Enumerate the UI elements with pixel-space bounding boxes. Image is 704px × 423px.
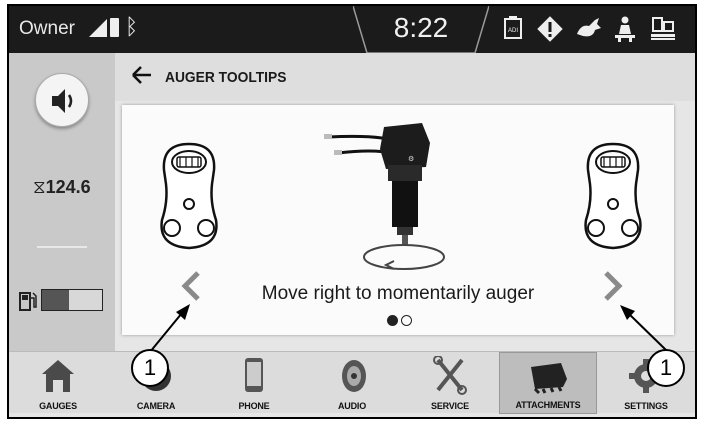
- page-header: AUGER TOOLTIPS: [115, 53, 695, 101]
- left-panel: ⧖124.6: [9, 53, 115, 355]
- fuel-level-fill: [42, 290, 69, 310]
- maintenance-icon: ADI: [503, 16, 523, 46]
- signal-icon: [89, 19, 107, 37]
- nav-label: ATTACHMENTS: [515, 400, 581, 410]
- nav-item-attachments[interactable]: ATTACHMENTS: [499, 352, 597, 414]
- divider: [37, 246, 87, 248]
- profile-label[interactable]: Owner: [19, 18, 75, 40]
- seat-icon: [613, 16, 637, 48]
- page-dot[interactable]: [387, 315, 398, 326]
- clock-tab: 8:22: [353, 6, 489, 53]
- nav-item-service[interactable]: SERVICE: [401, 352, 499, 414]
- volume-button[interactable]: [35, 73, 89, 127]
- fuel-gauge: [41, 289, 103, 311]
- speaker-icon: [342, 360, 366, 392]
- nav-label: CAMERA: [136, 401, 176, 411]
- phone-icon: [245, 358, 263, 392]
- left-joystick-icon: [160, 142, 218, 250]
- nav-label: PHONE: [238, 401, 270, 411]
- callout-1-right: 1: [647, 349, 685, 387]
- tools-icon: [433, 356, 467, 395]
- bluetooth-icon: ᛒ: [125, 14, 139, 39]
- auger-illustration: ⚙: [324, 123, 445, 270]
- nav-label: SETTINGS: [624, 401, 668, 411]
- speaker-icon: [52, 89, 73, 113]
- status-bar: Owner ᛒ 8:22 ADI: [9, 6, 695, 53]
- warning-icon: [537, 16, 563, 48]
- page-indicator: [387, 313, 415, 331]
- rabbit-speed-icon: [575, 16, 603, 46]
- fuel-pump-icon: [19, 292, 37, 311]
- nav-item-gauges[interactable]: GAUGES: [9, 352, 107, 414]
- clock: 8:22: [393, 12, 449, 43]
- tooltip-caption: Move right to momentarily auger: [261, 283, 535, 304]
- svg-text:ADI: ADI: [508, 28, 518, 34]
- right-joystick-icon: [584, 142, 642, 250]
- page-title: AUGER TOOLTIPS: [165, 69, 287, 86]
- hour-meter-value: 124.6: [45, 177, 91, 197]
- bottom-nav: GAUGES CAMERA PHONE AUDIO SERVICE ATTACHMENTS…: [9, 351, 695, 414]
- home-icon: [42, 360, 74, 392]
- svg-text:⚙: ⚙: [408, 155, 414, 163]
- page-dot[interactable]: [401, 315, 412, 326]
- nav-item-phone[interactable]: PHONE: [205, 352, 303, 414]
- back-arrow-icon[interactable]: [129, 63, 153, 87]
- nav-item-audio[interactable]: AUDIO: [303, 352, 401, 414]
- battery-icon: [110, 18, 119, 37]
- bucket-icon: [531, 363, 567, 395]
- callout-1-left: 1: [131, 349, 169, 387]
- nav-label: GAUGES: [39, 401, 77, 411]
- tooltip-card: ⚙ Move right to momentarily auger: [122, 105, 674, 335]
- nav-label: SERVICE: [431, 401, 469, 411]
- hour-meter: ⧖124.6: [33, 177, 91, 198]
- nav-label: AUDIO: [338, 401, 366, 411]
- hourglass-icon: ⧖: [33, 177, 46, 197]
- attachment-control-icon: [649, 16, 677, 48]
